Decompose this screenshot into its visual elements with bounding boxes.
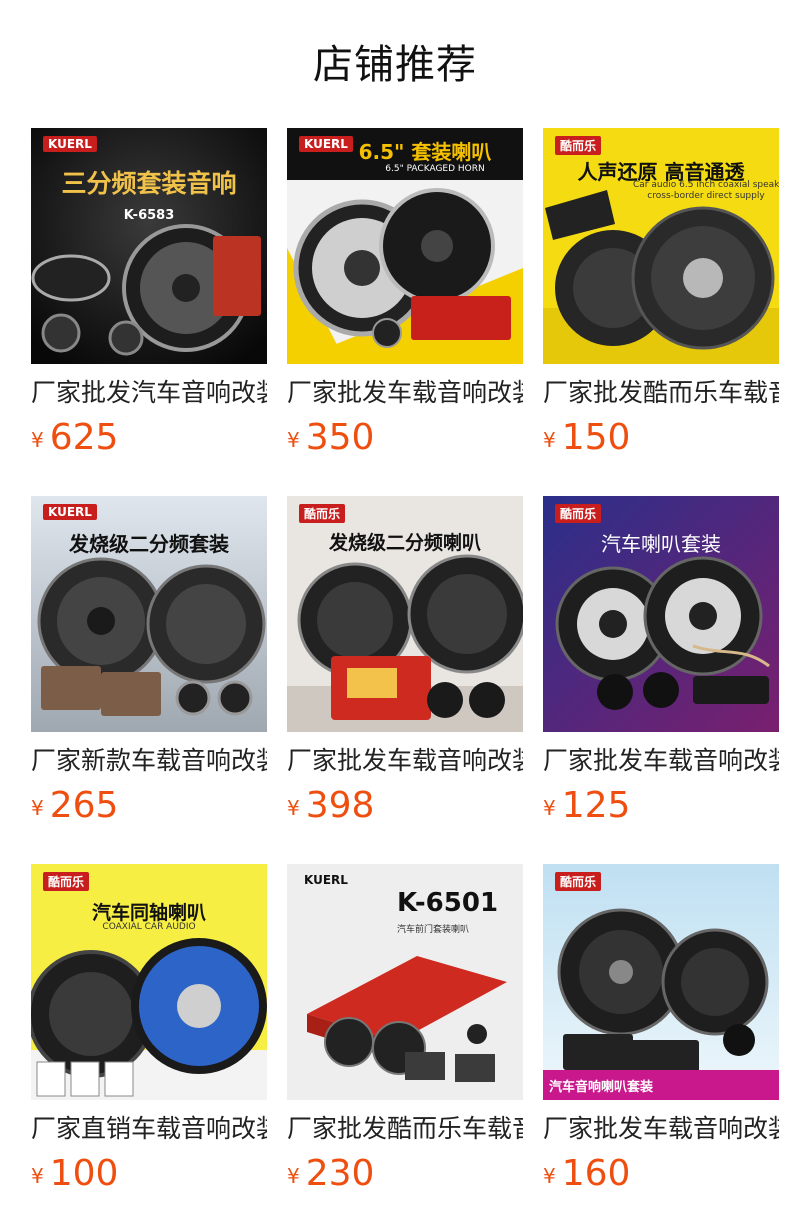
price-value: 625 — [49, 417, 119, 458]
product-price: ¥230 — [287, 1152, 374, 1196]
product-price: ¥160 — [543, 1152, 630, 1196]
product-image[interactable]: 酷而乐 汽车喇叭套装 — [543, 496, 779, 732]
currency-symbol: ¥ — [287, 796, 300, 820]
price-value: 100 — [49, 1153, 119, 1194]
price-value: 160 — [561, 1153, 631, 1194]
image-subtitle-2: cross-border direct supply — [647, 191, 765, 201]
image-banner: 6.5" 套装喇叭 — [358, 140, 492, 164]
price-value: 265 — [49, 785, 119, 826]
product-name[interactable]: 厂家新款车载音响改装 — [31, 744, 267, 780]
product-price: ¥100 — [31, 1152, 118, 1196]
image-banner: K-6501 — [397, 888, 499, 918]
image-subtitle: 汽车前门套装喇叭 — [397, 925, 470, 935]
image-subtitle: 6.5" PACKAGED HORN — [385, 164, 485, 174]
brand-logo: 酷而乐 — [555, 504, 602, 523]
price-value: 125 — [561, 785, 631, 826]
image-banner: 发烧级二分频喇叭 — [328, 532, 481, 554]
product-price: ¥265 — [31, 784, 118, 828]
product-name[interactable]: 厂家批发酷而乐车载音响 — [287, 1112, 523, 1148]
product-image[interactable]: KUERL 三分频套装音响 K-6583 — [31, 128, 267, 364]
product-image[interactable]: 酷而乐 发烧级二分频喇叭 — [287, 496, 523, 732]
product-price: ¥398 — [287, 784, 374, 828]
product-name[interactable]: 厂家批发车载音响改装 — [287, 744, 523, 780]
brand-logo: 酷而乐 — [555, 136, 602, 155]
product-image[interactable]: 酷而乐 汽车同轴喇叭 COAXIAL CAR AUDIO — [31, 864, 267, 1100]
product-price: ¥625 — [31, 416, 118, 460]
price-value: 230 — [305, 1153, 375, 1194]
currency-symbol: ¥ — [543, 428, 556, 452]
product-name[interactable]: 厂家批发车载音响改装 — [543, 1112, 779, 1148]
product-grid: KUERL 三分频套装音响 K-6583 厂家批发汽车音响改装 ¥625 KUE… — [0, 0, 790, 1232]
brand-logo: 酷而乐 — [43, 872, 90, 891]
image-subtitle: Car audio 6.5 inch coaxial speaker — [633, 180, 779, 190]
product-name[interactable]: 厂家批发车载音响改装 — [287, 376, 523, 412]
currency-symbol: ¥ — [287, 1164, 300, 1188]
product-image[interactable]: KUERL K-6501 汽车前门套装喇叭 — [287, 864, 523, 1100]
product-image[interactable]: KUERL 发烧级二分频套装 — [31, 496, 267, 732]
image-subtitle: COAXIAL CAR AUDIO — [102, 922, 196, 932]
brand-logo: KUERL — [43, 136, 97, 152]
image-banner: 汽车音响喇叭套装 — [549, 1080, 654, 1095]
brand-logo: 酷而乐 — [299, 504, 346, 523]
currency-symbol: ¥ — [287, 428, 300, 452]
image-subtitle: K-6583 — [123, 208, 175, 223]
price-value: 150 — [561, 417, 631, 458]
product-price: ¥125 — [543, 784, 630, 828]
image-banner: 三分频套装音响 — [61, 169, 237, 198]
image-banner: 汽车喇叭套装 — [601, 532, 721, 556]
brand-logo: KUERL — [304, 873, 348, 887]
product-image[interactable]: KUERL 6.5" 套装喇叭 6.5" PACKAGED HORN — [287, 128, 523, 364]
product-name[interactable]: 厂家批发汽车音响改装 — [31, 376, 267, 412]
price-value: 398 — [305, 785, 375, 826]
product-name[interactable]: 厂家批发车载音响改装 — [543, 744, 779, 780]
currency-symbol: ¥ — [543, 1164, 556, 1188]
price-value: 350 — [305, 417, 375, 458]
product-price: ¥150 — [543, 416, 630, 460]
product-name[interactable]: 厂家直销车载音响改装 — [31, 1112, 267, 1148]
product-image[interactable]: 酷而乐 人声还原 高音通透 Car audio 6.5 inch coaxial… — [543, 128, 779, 364]
product-image[interactable]: 酷而乐 汽车音响喇叭套装 — [543, 864, 779, 1100]
image-banner: 发烧级二分频套装 — [69, 532, 229, 556]
product-name[interactable]: 厂家批发酷而乐车载音响 — [543, 376, 779, 412]
brand-logo: 酷而乐 — [555, 872, 602, 891]
currency-symbol: ¥ — [543, 796, 556, 820]
image-banner: 汽车同轴喇叭 — [91, 902, 206, 924]
product-price: ¥350 — [287, 416, 374, 460]
currency-symbol: ¥ — [31, 1164, 44, 1188]
brand-logo: KUERL — [43, 504, 97, 520]
currency-symbol: ¥ — [31, 428, 44, 452]
currency-symbol: ¥ — [31, 796, 44, 820]
